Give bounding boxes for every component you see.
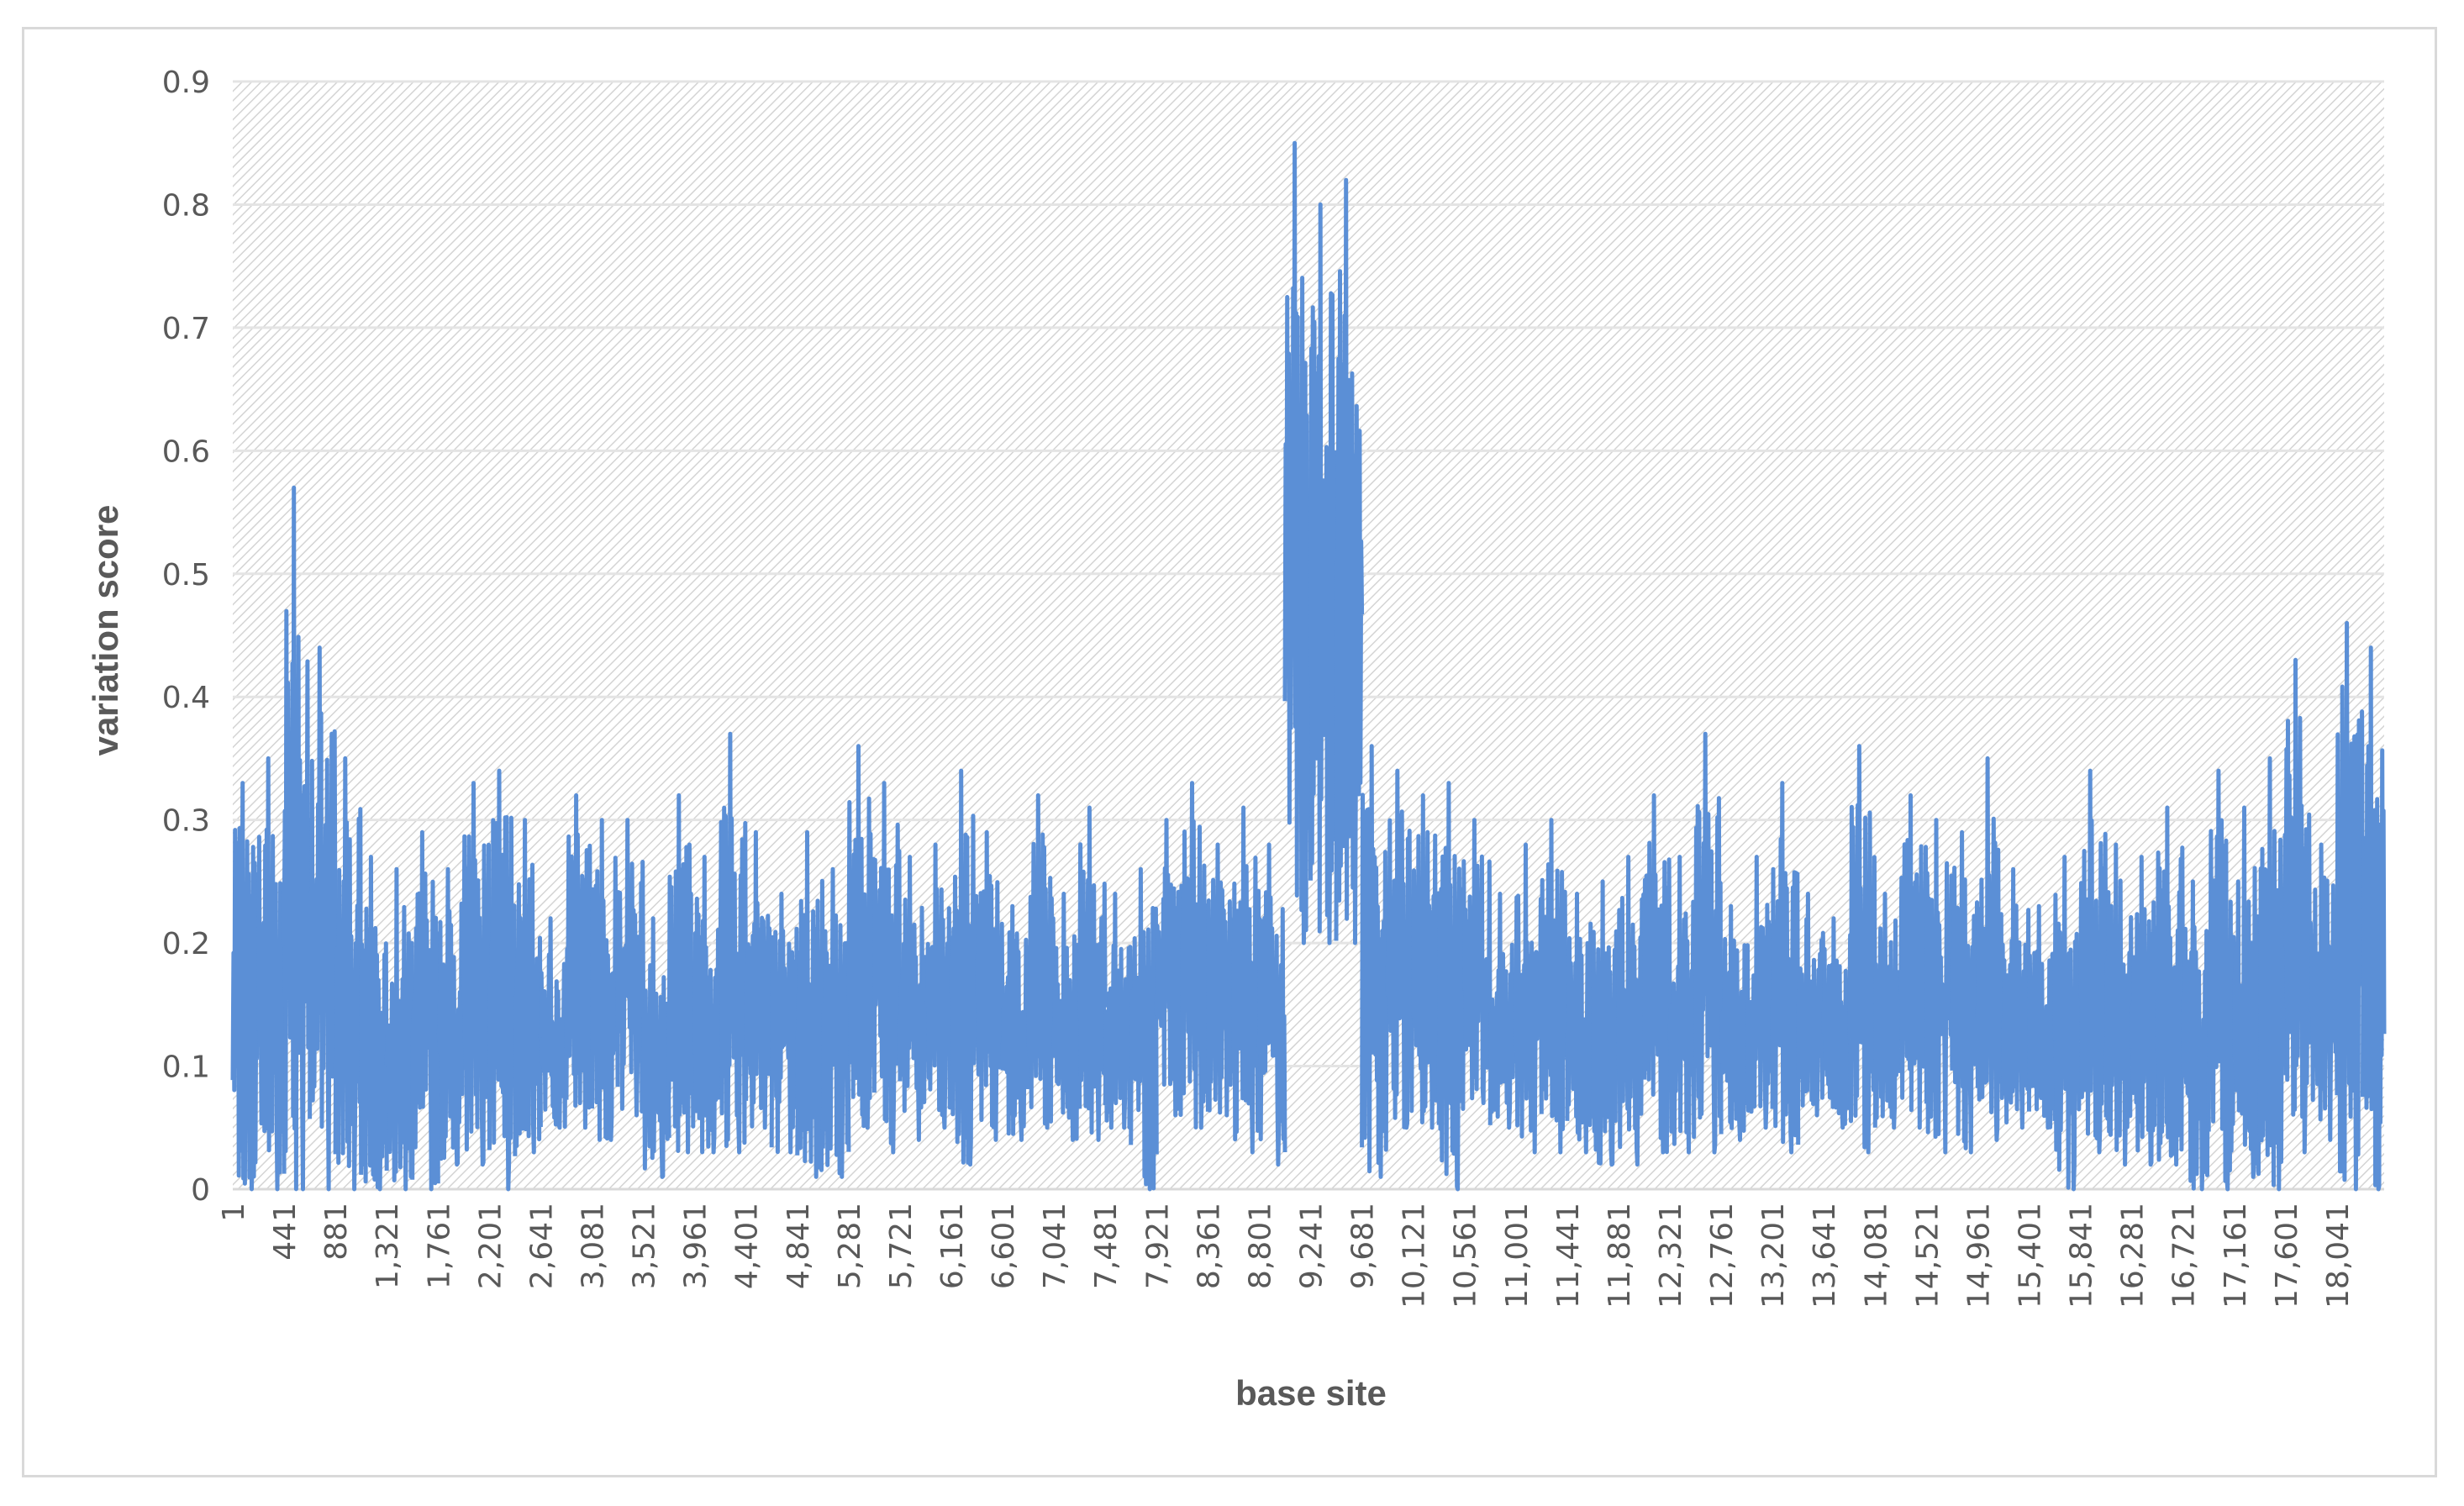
x-tick-label: 5,281 <box>833 1203 867 1289</box>
x-tick-label: 7,481 <box>1089 1203 1124 1289</box>
x-tick-label: 14,081 <box>1859 1203 1893 1309</box>
x-tick-label: 11,001 <box>1500 1203 1535 1309</box>
x-tick-label: 11,881 <box>1603 1203 1637 1309</box>
x-tick-label: 17,601 <box>2270 1203 2304 1309</box>
x-tick-label: 2,201 <box>473 1203 508 1289</box>
x-tick-label: 4,401 <box>730 1203 765 1289</box>
x-tick-label: 7,921 <box>1140 1203 1175 1289</box>
y-tick-label: 0 <box>191 1173 210 1208</box>
y-tick-label: 0.3 <box>162 804 210 839</box>
x-tick-label: 16,721 <box>2167 1203 2202 1309</box>
y-tick-label: 0.8 <box>162 188 210 223</box>
x-tick-label: 9,681 <box>1346 1203 1381 1289</box>
x-tick-label: 10,561 <box>1449 1203 1483 1309</box>
x-tick-label: 1 <box>217 1203 251 1222</box>
y-tick-label: 0.4 <box>162 681 210 715</box>
x-tick-label: 15,401 <box>2013 1203 2047 1309</box>
x-tick-label: 1,321 <box>371 1203 405 1289</box>
x-tick-label: 13,641 <box>1808 1203 1842 1309</box>
y-tick-label: 0.5 <box>162 558 210 592</box>
x-tick-label: 12,321 <box>1654 1203 1688 1309</box>
y-tick-label: 0.2 <box>162 927 210 961</box>
x-tick-label: 14,521 <box>1910 1203 1945 1309</box>
y-tick-label: 0.1 <box>162 1051 210 1085</box>
x-tick-label: 17,161 <box>2219 1203 2253 1309</box>
x-axis-ticks: 1 441 881 1,321 1,761 2,201 2,641 3,081 3,521 3,9… <box>217 1203 2356 1309</box>
x-tick-label: 16,281 <box>2116 1203 2151 1309</box>
x-tick-label: 1,761 <box>422 1203 456 1289</box>
x-tick-label: 12,761 <box>1705 1203 1740 1309</box>
x-tick-label: 8,361 <box>1192 1203 1226 1289</box>
x-tick-label: 441 <box>268 1203 303 1261</box>
x-tick-label: 881 <box>319 1203 354 1261</box>
line-chart: 0 0.1 0.2 0.3 0.4 0.5 0.6 0.7 0.8 0.9 1 441 881 1,32… <box>86 66 2387 1413</box>
y-axis-title: variation score <box>86 505 125 756</box>
x-tick-label: 6,161 <box>935 1203 970 1289</box>
x-tick-label: 18,041 <box>2321 1203 2356 1309</box>
x-tick-label: 5,721 <box>884 1203 919 1289</box>
x-tick-label: 14,961 <box>1961 1203 1996 1309</box>
x-tick-label: 3,961 <box>679 1203 713 1289</box>
y-tick-label: 0.9 <box>162 66 210 100</box>
x-tick-label: 7,041 <box>1038 1203 1072 1289</box>
x-axis-title: base site <box>1235 1373 1387 1413</box>
y-tick-label: 0.7 <box>162 312 210 346</box>
x-tick-label: 4,841 <box>782 1203 816 1289</box>
x-tick-label: 13,201 <box>1756 1203 1791 1309</box>
x-tick-label: 9,241 <box>1294 1203 1329 1289</box>
x-tick-label: 3,521 <box>628 1203 662 1289</box>
x-tick-label: 10,121 <box>1398 1203 1432 1309</box>
y-axis-ticks: 0 0.1 0.2 0.3 0.4 0.5 0.6 0.7 0.8 0.9 <box>162 66 210 1208</box>
x-tick-label: 8,801 <box>1243 1203 1277 1289</box>
x-tick-label: 11,441 <box>1551 1203 1586 1309</box>
x-tick-label: 3,081 <box>576 1203 610 1289</box>
x-tick-label: 2,641 <box>524 1203 559 1289</box>
x-tick-label: 15,841 <box>2065 1203 2099 1309</box>
y-tick-label: 0.6 <box>162 434 210 469</box>
x-tick-label: 6,601 <box>987 1203 1021 1289</box>
